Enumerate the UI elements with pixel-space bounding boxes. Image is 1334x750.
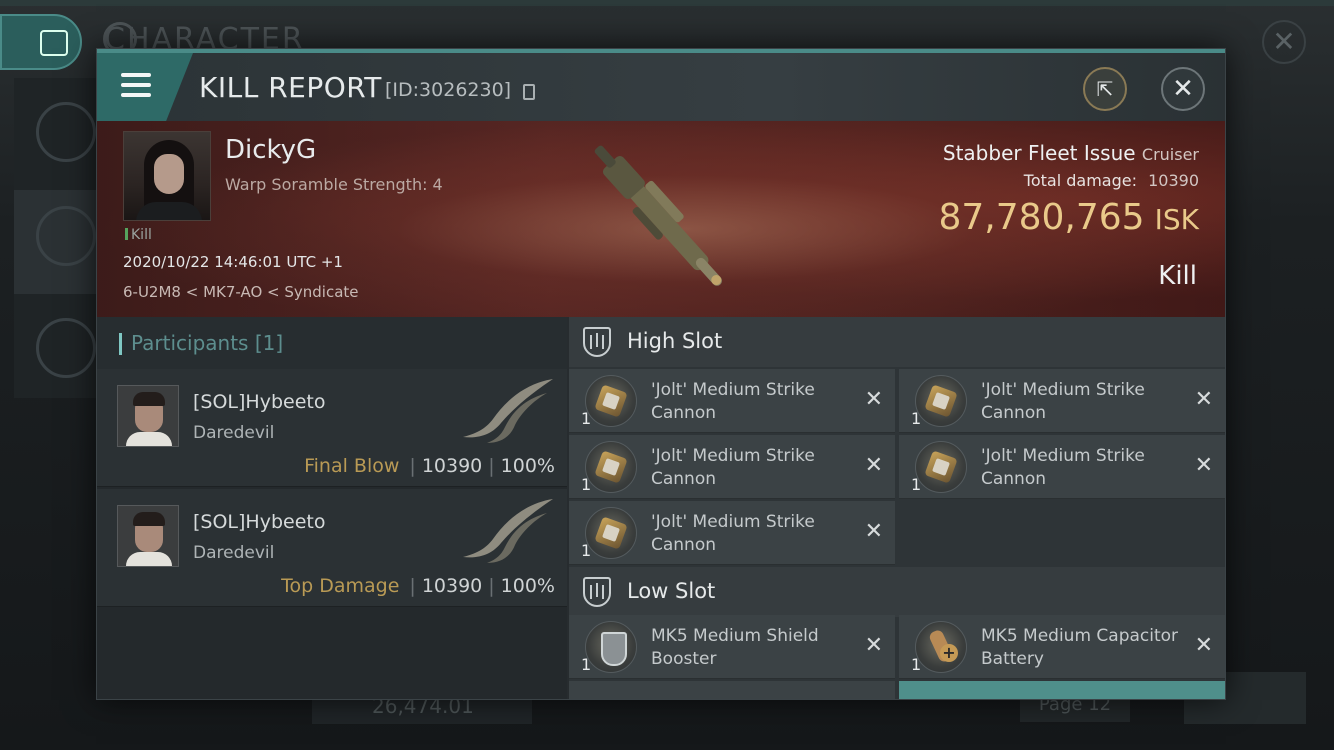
avatar[interactable] [117,505,179,567]
participant-percent: 100% [500,455,555,477]
destroyed-icon: ✕ [864,453,883,478]
participant-name: [SOL]Hybeeto [193,511,326,533]
victim-ship-image[interactable] [565,125,755,313]
module-item[interactable]: 1 MK5 Medium Capacitor Battery ✕ [899,615,1225,679]
module-item[interactable]: 1 'Jolt' Medium Strike Cannon ✕ [569,369,895,433]
module-item[interactable]: 1 'Jolt' Medium Strike Cannon ✕ [569,435,895,499]
main-menu-button[interactable] [0,14,82,70]
participant-name: [SOL]Hybeeto [193,391,326,413]
sidebar-menu-icon[interactable] [36,102,96,162]
kill-location[interactable]: 6-U2M8 < MK7-AO < Syndicate [123,283,359,301]
fitting-panel: High Slot 1 'Jolt' Medium Strike Cannon … [569,317,1225,699]
victim-scramble: Warp Soramble Strength: 4 [225,175,443,194]
module-name: 'Jolt' Medium Strike Cannon [651,512,815,555]
victim-name[interactable]: DickyG [225,135,316,165]
participant-damage: 10390 [421,455,483,477]
participant-role: Final Blow [304,455,400,477]
module-name: MK5 Medium Shield Booster [651,626,819,669]
high-slot-label: High Slot [627,329,723,353]
total-damage-value: 10390 [1148,171,1199,190]
module-item-partial[interactable] [569,681,895,699]
shield-booster-icon [585,621,637,673]
capacitor-battery-icon [915,621,967,673]
module-qty: 1 [911,655,922,674]
participant-row[interactable]: [SOL]Hybeeto Daredevil Final Blow | 10390 |… [97,369,567,487]
cannon-icon [585,507,637,559]
total-damage-label: Total damage: [1023,171,1137,190]
victim-ship-name: Stabber Fleet Issue [942,141,1136,165]
module-item-partial[interactable] [899,681,1225,699]
participant-damage: 10390 [421,575,483,597]
menu-button[interactable] [97,53,193,121]
module-name: MK5 Medium Capacitor Battery [981,626,1179,669]
participant-stats: Final Blow | 10390 | 100% [304,455,555,477]
kill-tag: Kill [125,227,152,243]
high-slot-header: High Slot [569,317,1225,367]
destroyed-icon: ✕ [864,387,883,412]
module-qty: 1 [581,655,592,674]
module-name: 'Jolt' Medium Strike Cannon [651,446,815,489]
participant-row[interactable]: [SOL]Hybeeto Daredevil Top Damage | 10390 |… [97,489,567,607]
destroyed-icon: ✕ [1194,633,1213,658]
participant-percent: 100% [500,575,555,597]
participant-ship-image[interactable] [457,493,557,565]
participants-header: Participants [1] [97,317,567,369]
participant-ship: Daredevil [193,423,275,443]
module-item[interactable]: 1 'Jolt' Medium Strike Cannon ✕ [899,369,1225,433]
victim-ship[interactable]: Stabber Fleet Issue Cruiser [943,141,1199,165]
module-qty: 1 [581,409,592,428]
cannon-icon [915,375,967,427]
participants-panel: Participants [1] [SOL]Hybeeto Daredevil … [97,317,567,699]
kill-type: Kill [1158,261,1197,291]
low-slot-label: Low Slot [627,579,716,603]
low-slot-icon [583,577,611,607]
total-damage: Total damage: 10390 [1024,171,1199,190]
module-item[interactable]: 1 MK5 Medium Shield Booster ✕ [569,615,895,679]
cannon-icon [585,441,637,493]
kill-time: 2020/10/22 14:46:01 UTC +1 [123,253,343,271]
destroyed-icon: ✕ [1194,387,1213,412]
participant-stats: Top Damage | 10390 | 100% [281,575,555,597]
destroyed-icon: ✕ [1194,453,1213,478]
participants-accent-bar [119,333,122,355]
modal-header: KILL REPORT [ID:3026230] ⇱ ✕ [97,53,1225,121]
participant-role: Top Damage [281,575,400,597]
background-close-icon[interactable]: ✕ [1262,20,1306,64]
destroyed-icon: ✕ [864,633,883,658]
high-slot-icon [583,327,611,357]
module-name: 'Jolt' Medium Strike Cannon [651,380,815,423]
close-icon[interactable]: ✕ [1161,67,1205,111]
participant-ship-image[interactable] [457,373,557,445]
module-qty: 1 [581,541,592,560]
module-qty: 1 [911,409,922,428]
module-item[interactable]: 1 'Jolt' Medium Strike Cannon ✕ [569,501,895,565]
avatar[interactable] [117,385,179,447]
cannon-icon [915,441,967,493]
hamburger-icon [121,73,151,103]
share-icon[interactable]: ⇱ [1083,67,1127,111]
module-qty: 1 [581,475,592,494]
cannon-icon [585,375,637,427]
isk-unit: ISK [1154,203,1199,236]
module-name: 'Jolt' Medium Strike Cannon [981,446,1145,489]
kill-report-modal: KILL REPORT [ID:3026230] ⇱ ✕ DickyG Warp… [96,48,1226,700]
sidebar-combat-icon[interactable] [36,206,96,266]
background-topbar [0,0,1334,6]
destroyed-icon: ✕ [864,519,883,544]
participants-label: Participants [1] [131,331,284,355]
kill-banner: DickyG Warp Soramble Strength: 4 Kill 20… [97,121,1225,317]
isk-value: 87,780,765 ISK [938,197,1199,238]
page-title: KILL REPORT [199,71,382,104]
kill-id: [ID:3026230] [385,79,512,101]
isk-amount: 87,780,765 [938,197,1145,238]
victim-ship-class: Cruiser [1141,145,1199,164]
low-slot-header: Low Slot [569,567,1225,617]
module-name: 'Jolt' Medium Strike Cannon [981,380,1145,423]
sidebar-star-icon[interactable] [36,318,96,378]
copy-icon[interactable] [523,84,535,100]
victim-portrait[interactable] [123,131,211,221]
participant-ship: Daredevil [193,543,275,563]
module-item[interactable]: 1 'Jolt' Medium Strike Cannon ✕ [899,435,1225,499]
module-qty: 1 [911,475,922,494]
